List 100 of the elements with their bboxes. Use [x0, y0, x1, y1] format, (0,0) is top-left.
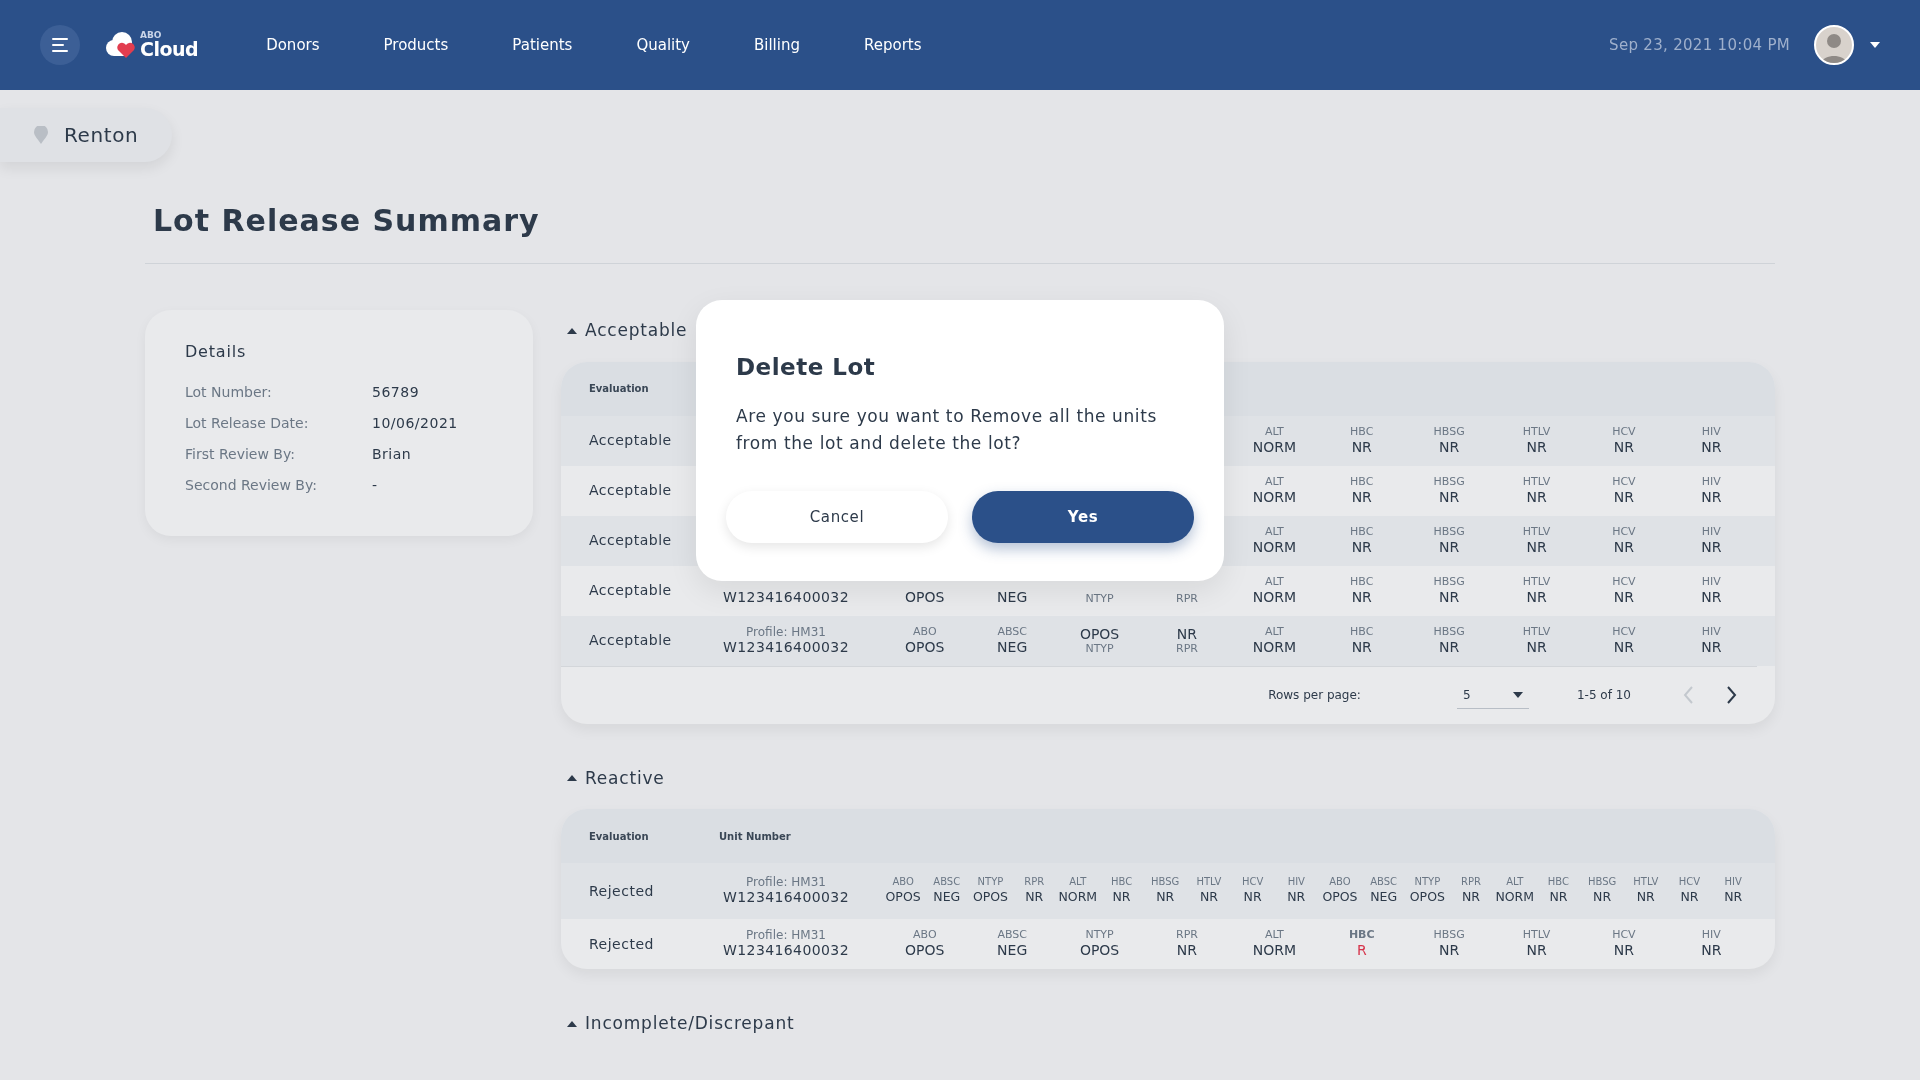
test-label: RPR [1175, 929, 1199, 942]
test-label: ABO [1328, 876, 1352, 889]
test-value: NR [1612, 488, 1635, 506]
field-value: 56789 [372, 383, 420, 402]
test-label: ALT [1263, 929, 1285, 942]
test-label: HBC [1109, 876, 1134, 889]
test-label: HIV [1700, 475, 1722, 489]
unit-number: W123416400032 [722, 588, 850, 606]
test-label: ABO [912, 625, 938, 639]
test-label: ALT [1263, 625, 1285, 639]
test-value: NR [1438, 538, 1461, 556]
nav-link[interactable]: Quality [636, 33, 690, 57]
test-value: NR [1286, 889, 1307, 906]
test-label: ALT [1263, 525, 1285, 539]
chevron-left-icon [1683, 686, 1694, 705]
test-label: HBSG [1586, 876, 1618, 889]
test-value: R [1355, 942, 1368, 959]
test-value: NORM [1251, 538, 1297, 556]
test-value: NR [1438, 638, 1461, 656]
test-label: HTLV [1521, 575, 1552, 589]
test-value: NEG [996, 638, 1029, 656]
test-label: HCV [1611, 525, 1637, 539]
test-label: ALT [1263, 575, 1285, 589]
menu-button[interactable] [40, 25, 80, 65]
collapse-caret-icon[interactable] [567, 327, 577, 334]
test-value: NR [1635, 889, 1656, 906]
test-value: NR [1525, 638, 1548, 656]
caret-icon[interactable] [1870, 42, 1880, 48]
location-chip[interactable]: Renton [0, 108, 172, 162]
test-label: HCV [1677, 876, 1702, 889]
test-label: HIV [1700, 929, 1722, 942]
nav-link[interactable]: Donors [266, 33, 320, 57]
nav-link[interactable]: Products [383, 33, 449, 57]
evaluation-cell-text: Acceptable [588, 431, 673, 450]
field-value: - [372, 476, 378, 495]
test-label: HCV [1611, 929, 1637, 942]
test-label: NTYP [976, 876, 1005, 889]
test-value: NR [1175, 942, 1199, 959]
test-value: NR [1700, 438, 1723, 456]
test-value: NORM [1251, 488, 1297, 506]
test-value: NR [1438, 438, 1461, 456]
test-label: HBSG [1432, 475, 1466, 489]
collapse-caret-icon[interactable] [567, 775, 577, 782]
test-value: NR [1525, 538, 1548, 556]
page-range: 1-5 of 10 [1576, 687, 1631, 704]
test-label: ALT [1068, 876, 1088, 889]
evaluation-cell-text: Acceptable [588, 481, 673, 500]
test-value: NR [1525, 438, 1548, 456]
test-label: NTYP [1084, 592, 1115, 606]
test-label: RPR [1175, 592, 1199, 606]
test-value: NORM [1251, 438, 1297, 456]
location-pin-icon [34, 126, 48, 144]
test-value: OPOS [1321, 889, 1359, 906]
test-value: NR [1612, 588, 1635, 606]
test-label: HIV [1723, 876, 1743, 889]
test-value: NR [1700, 942, 1723, 959]
cancel-button[interactable]: Cancel [726, 490, 948, 543]
test-value: NORM [1251, 588, 1297, 606]
test-label: HIV [1286, 876, 1306, 889]
unit-number: W123416400032 [722, 638, 850, 656]
rows-per-page-select[interactable]: 5 [1456, 681, 1529, 709]
nav-link[interactable]: Patients [512, 33, 573, 57]
test-label: HCV [1240, 876, 1265, 889]
test-value: NR [1612, 638, 1635, 656]
menu-icon [52, 38, 68, 52]
test-label: ABO [912, 929, 938, 942]
test-label: HBC [1347, 929, 1376, 942]
test-value: NR [1525, 588, 1548, 606]
field-label: Lot Release Date: [185, 414, 310, 433]
test-label: ABSC [1369, 876, 1399, 889]
rows-per-page-label: Rows per page: [1268, 687, 1361, 704]
test-value: NORM [1251, 638, 1297, 656]
test-value: NR [1679, 889, 1700, 906]
section-title: Acceptable [585, 319, 688, 342]
test-label: ALT [1263, 475, 1285, 489]
test-label: NTYP [1084, 929, 1115, 942]
collapse-caret-icon[interactable] [567, 1020, 577, 1027]
test-label: ALT [1263, 425, 1285, 439]
cloud-heart-logo-icon [104, 31, 136, 59]
nav-link[interactable]: Reports [864, 33, 922, 57]
confirm-button[interactable]: Yes [972, 490, 1194, 543]
user-avatar[interactable] [1814, 25, 1854, 65]
test-value: NR [1242, 889, 1263, 906]
test-label: HCV [1611, 625, 1637, 639]
test-value: NR [1525, 942, 1548, 959]
test-label: HIV [1700, 425, 1722, 439]
test-value: NR [1111, 889, 1132, 906]
test-label: HBSG [1432, 525, 1466, 539]
column-header: Evaluation [589, 382, 650, 396]
test-label: HIV [1700, 625, 1722, 639]
test-value: NR [1350, 638, 1373, 656]
dropdown-caret-icon [1512, 691, 1523, 698]
test-value: OPOS [904, 588, 946, 606]
test-value: NORM [1057, 889, 1099, 906]
test-label: HCV [1611, 475, 1637, 489]
test-label: ABSC [996, 929, 1028, 942]
test-label: HTLV [1521, 625, 1552, 639]
test-value: NR [1350, 488, 1373, 506]
test-label: ABSC [932, 876, 962, 889]
nav-link[interactable]: Billing [754, 33, 800, 57]
